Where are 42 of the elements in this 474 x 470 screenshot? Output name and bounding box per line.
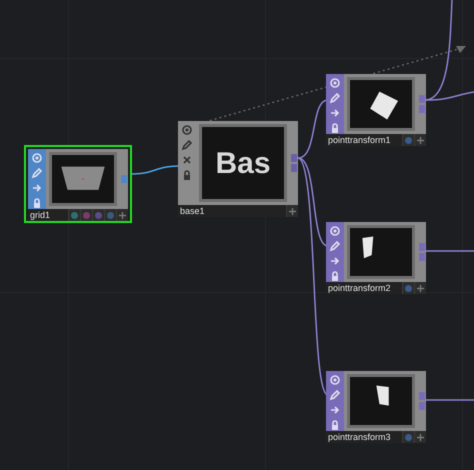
- node-name[interactable]: pointtransform2: [326, 282, 402, 294]
- target-icon[interactable]: [182, 125, 192, 135]
- flag-button[interactable]: [403, 134, 414, 146]
- connection-wire[interactable]: [426, 0, 453, 101]
- network-canvas[interactable]: grid1 Bas base1 pointtransform1 pointtransform2 pointtransform3: [0, 0, 474, 470]
- viewer-text: Bas: [215, 146, 271, 182]
- pencil-icon[interactable]: [182, 140, 192, 150]
- close-icon[interactable]: [183, 156, 191, 164]
- geometry-preview: [370, 92, 398, 120]
- connection-wire[interactable]: [132, 165, 180, 175]
- flag-button[interactable]: [69, 209, 80, 221]
- connection-wire[interactable]: [298, 99, 328, 159]
- node-name[interactable]: base1: [178, 205, 286, 217]
- plus-icon[interactable]: [117, 209, 128, 221]
- plus-icon[interactable]: [415, 134, 426, 146]
- arrow-icon[interactable]: [330, 257, 340, 265]
- lock-icon[interactable]: [332, 271, 338, 281]
- lock-icon[interactable]: [332, 420, 338, 430]
- operator-node[interactable]: grid1: [24, 145, 132, 223]
- node-name[interactable]: pointtransform1: [326, 134, 402, 146]
- flag-button[interactable]: [105, 209, 116, 221]
- geometry-preview: [376, 386, 389, 406]
- connection-wire[interactable]: [426, 91, 474, 101]
- arrow-icon[interactable]: [32, 184, 42, 192]
- flag-button[interactable]: [403, 282, 414, 294]
- flag-button[interactable]: [93, 209, 104, 221]
- arrow-icon[interactable]: [330, 406, 340, 414]
- flag-button[interactable]: [403, 431, 414, 443]
- arrow-icon[interactable]: [330, 109, 340, 117]
- node-name[interactable]: pointtransform3: [326, 431, 402, 443]
- plus-icon[interactable]: [415, 282, 426, 294]
- connection-wire[interactable]: [298, 157, 328, 247]
- node-name[interactable]: grid1: [28, 209, 68, 221]
- connection-wire[interactable]: [297, 158, 329, 396]
- geometry-preview: [61, 166, 105, 190]
- flag-button[interactable]: [81, 209, 92, 221]
- lock-icon[interactable]: [332, 123, 338, 133]
- plus-icon[interactable]: [287, 205, 298, 217]
- lock-icon[interactable]: [34, 198, 40, 208]
- geometry-preview: [362, 236, 374, 258]
- plus-icon[interactable]: [415, 431, 426, 443]
- lock-icon[interactable]: [184, 170, 190, 180]
